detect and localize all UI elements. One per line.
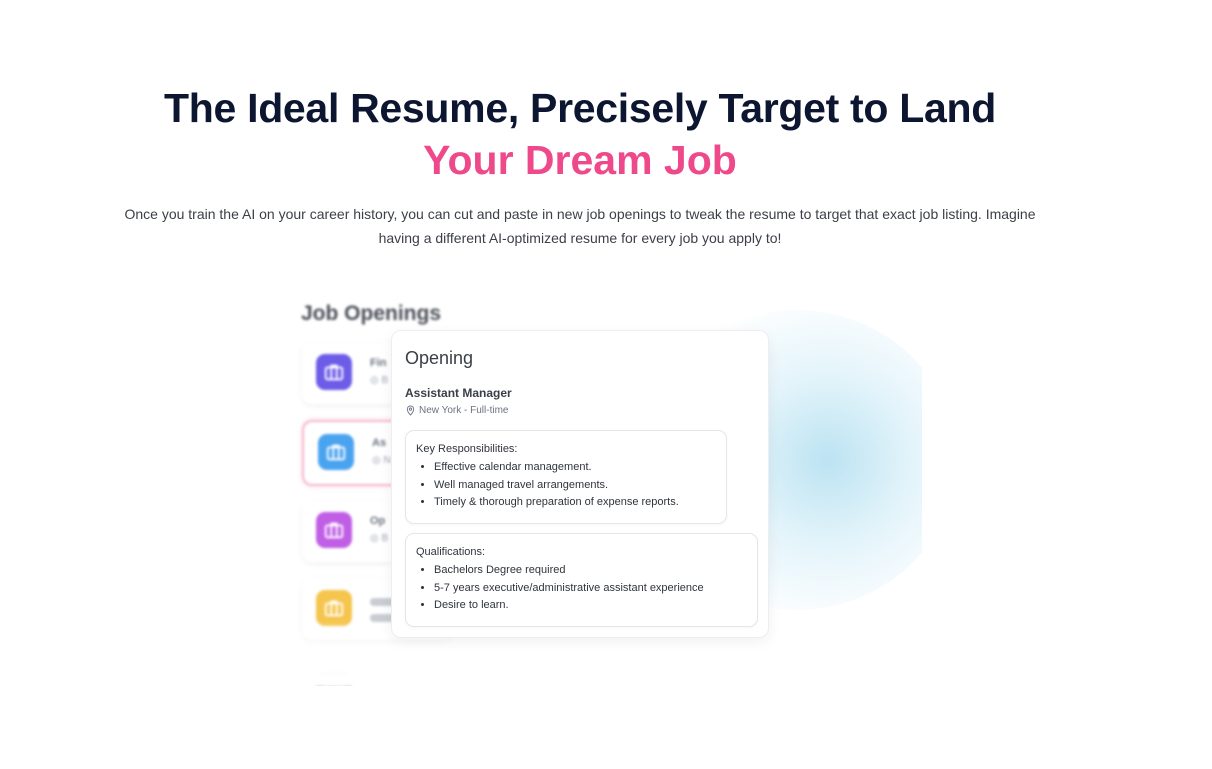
job-location: ◎ B [370, 533, 389, 544]
job-icon-tile [316, 512, 352, 548]
qualifications-box: Qualifications: Bachelors Degree require… [405, 533, 758, 627]
opening-title: Opening [405, 348, 474, 368]
headline: The Ideal Resume, Precisely Target to La… [164, 85, 996, 131]
list-item: Desire to learn. [434, 597, 704, 615]
list-item: 5-7 years executive/administrative assis… [434, 580, 704, 598]
list-item: Bachelors Degree required [434, 562, 704, 580]
job-location-line: New York - Full-time [405, 405, 508, 416]
job-location: ◎ N [372, 455, 391, 466]
responsibilities-list: Effective calendar management. Well mana… [416, 459, 679, 512]
list-item: Timely & thorough preparation of expense… [434, 494, 679, 512]
location-text: New York - Full-time [419, 405, 509, 416]
qualifications-heading: Qualifications: [416, 546, 486, 558]
briefcase-icon [324, 364, 344, 381]
qualifications-list: Bachelors Degree required 5-7 years exec… [416, 562, 704, 615]
list-item: Effective calendar management. [434, 459, 679, 477]
job-title: As [372, 437, 387, 449]
responsibilities-box: Key Responsibilities: Effective calendar… [405, 430, 727, 524]
map-pin-icon [406, 405, 415, 416]
job-title: Fin [370, 357, 387, 369]
product-illustration: Job Openings Fin ◎ B As ◎ N Op ◎ B Openi… [296, 290, 922, 686]
hero-description: Once you train the AI on your career his… [124, 206, 1036, 246]
opening-panel: Opening Assistant Manager New York - Ful… [391, 330, 769, 638]
job-role: Assistant Manager [405, 386, 512, 400]
job-title: Op [370, 515, 386, 527]
job-icon-tile [318, 434, 354, 470]
job-icon-tile [316, 354, 352, 390]
headline-accent: Your Dream Job [423, 137, 737, 183]
list-item: Well managed travel arrangements. [434, 477, 679, 495]
job-openings-title: Job Openings [301, 302, 442, 325]
briefcase-icon [324, 600, 344, 617]
responsibilities-heading: Key Responsibilities: [416, 443, 518, 455]
job-location: ◎ B [370, 375, 389, 386]
briefcase-icon [326, 444, 346, 461]
briefcase-icon [324, 522, 344, 539]
